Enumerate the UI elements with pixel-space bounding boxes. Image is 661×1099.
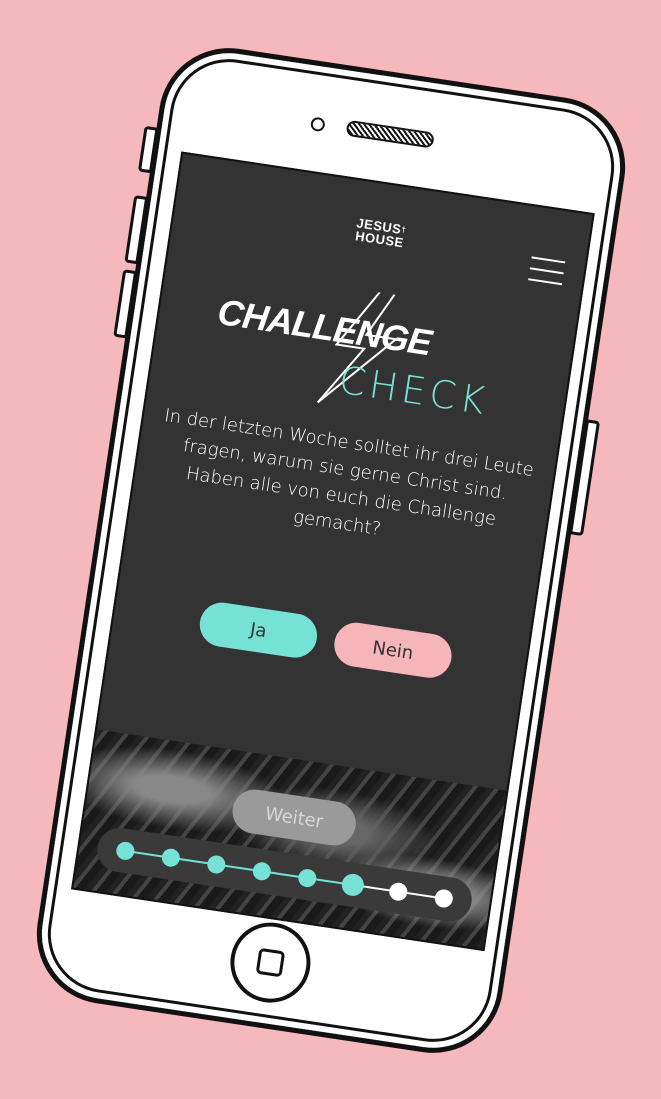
no-button[interactable]: Nein bbox=[330, 619, 455, 681]
cross-icon: † bbox=[400, 224, 407, 235]
yes-button[interactable]: Ja bbox=[196, 599, 320, 661]
phone-mockup: JESUS† HOUSE CHALLENGE CHECK In der letz… bbox=[26, 38, 635, 1062]
progress-dot bbox=[206, 854, 225, 873]
progress-dot bbox=[161, 848, 180, 867]
progress-dot bbox=[434, 888, 453, 907]
check-heading: CHECK bbox=[335, 357, 492, 423]
hamburger-menu-icon[interactable] bbox=[527, 255, 565, 285]
progress-dot bbox=[252, 861, 271, 880]
progress-dot bbox=[341, 873, 364, 896]
progress-dot bbox=[115, 841, 134, 860]
page-background: JESUS† HOUSE CHALLENGE CHECK In der letz… bbox=[0, 0, 661, 1099]
home-icon bbox=[255, 947, 285, 977]
progress-dot bbox=[297, 868, 316, 887]
progress-dot bbox=[388, 882, 407, 901]
jesus-house-logo[interactable]: JESUS† HOUSE bbox=[173, 189, 586, 276]
